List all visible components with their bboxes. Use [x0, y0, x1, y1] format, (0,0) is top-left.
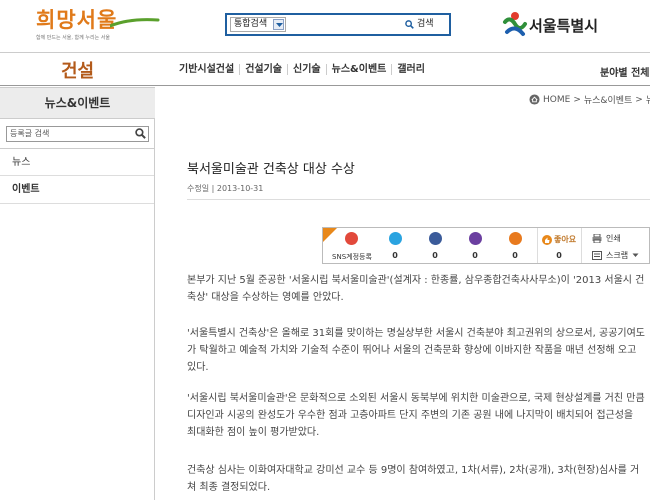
search-button-label: 검색	[417, 19, 434, 29]
seoul-emblem-icon	[503, 12, 527, 36]
all-categories-link[interactable]: 분야별 전체	[600, 64, 649, 79]
printer-icon	[592, 234, 602, 243]
nav-item-construction-tech[interactable]: 건설기술	[239, 64, 287, 75]
chevron-down-icon	[632, 253, 639, 257]
scrap-icon	[592, 251, 602, 260]
facebook-icon	[429, 232, 442, 245]
sns-register-label: SNS계정등록	[332, 253, 372, 261]
home-icon	[529, 94, 540, 105]
facebook-count: 0	[432, 251, 438, 260]
sidebar: 뉴스&이벤트 등록글 검색 뉴스 이벤트	[0, 87, 155, 500]
nav-item-new-tech[interactable]: 신기술	[287, 64, 326, 75]
sidebar-item-events[interactable]: 이벤트	[0, 176, 154, 204]
breadcrumb: HOME > 뉴스&이벤트 > 뉴	[529, 93, 650, 106]
nav-item-news-events[interactable]: 뉴스&이벤트	[325, 64, 392, 75]
search-scope-value: 통합검색	[234, 19, 268, 29]
me2day-count: 0	[512, 251, 518, 260]
yozm-icon	[469, 232, 482, 245]
share-twitter[interactable]: 0	[375, 228, 415, 263]
like-count: 0	[556, 251, 562, 260]
logo-text: 희망서울	[36, 7, 118, 32]
main-nav: 건설 기반시설건설 건설기술 신기술 뉴스&이벤트 갤러리 분야별 전체	[0, 52, 650, 86]
breadcrumb-home[interactable]: HOME	[543, 95, 570, 105]
breadcrumb-current[interactable]: 뉴	[646, 93, 650, 106]
print-button[interactable]: 인쇄	[592, 233, 621, 244]
article-title: 북서울미술관 건축상 대상 수상	[187, 162, 355, 177]
article-paragraph: 건축상 심사는 이화여자대학교 강미선 교수 등 9명이 참여하였고, 1차(서…	[187, 465, 640, 493]
nav-item-infrastructure[interactable]: 기반시설건설	[179, 64, 239, 75]
share-yozm[interactable]: 0	[455, 228, 495, 263]
article-paragraph: '서울시립 북서울미술관'은 문화적으로 소외된 서울시 동북부에 위치한 미술…	[187, 393, 645, 438]
sns-register[interactable]: SNS계정등록	[329, 228, 375, 263]
breadcrumb-news-events[interactable]: 뉴스&이벤트	[584, 93, 632, 106]
sidebar-title: 뉴스&이벤트	[0, 87, 155, 119]
article-date: 수정일 | 2013-10-31	[187, 184, 264, 193]
search-box: 통합검색 검색	[225, 13, 451, 36]
like-header: 좋아요	[542, 234, 576, 245]
breadcrumb-separator: >	[635, 94, 643, 105]
seoul-city-name: 서울특별시	[529, 17, 599, 35]
scrap-button[interactable]: 스크랩	[592, 250, 639, 261]
like-label: 좋아요	[554, 235, 577, 244]
article-divider	[187, 199, 650, 200]
search-icon[interactable]	[135, 128, 146, 139]
logo-tagline: 함께 만드는 서울, 함께 누리는 서울	[36, 35, 110, 41]
sidebar-item-news[interactable]: 뉴스	[0, 148, 154, 176]
sidebar-search-input[interactable]: 등록글 검색	[6, 126, 149, 142]
search-input[interactable]	[291, 17, 403, 32]
chevron-down-icon	[273, 19, 284, 30]
logo-swoosh-icon	[110, 18, 160, 28]
article-paragraph: '서울특별시 건축상'은 올해로 31회를 맞이하는 명실상부한 서울시 건축분…	[187, 328, 645, 373]
top-header: 희망서울 함께 만드는 서울, 함께 누리는 서울 통합검색 검색 서울특별시	[0, 0, 650, 52]
print-label: 인쇄	[606, 234, 621, 243]
like-button[interactable]: 좋아요 0	[537, 228, 579, 263]
yozm-count: 0	[472, 251, 478, 260]
sns-share-bar: SNS계정등록 0 0 0 0 좋아요 0 인쇄 스크랩	[322, 227, 650, 264]
search-icon	[405, 20, 414, 29]
scrap-label: 스크랩	[606, 251, 629, 260]
article-tools: 인쇄 스크랩	[581, 228, 649, 263]
seoul-city-logo[interactable]: 서울특별시	[502, 10, 622, 40]
nav-menu: 기반시설건설 건설기술 신기술 뉴스&이벤트 갤러리	[179, 64, 430, 75]
user-add-icon	[345, 232, 358, 245]
breadcrumb-separator: >	[573, 94, 581, 105]
article-paragraph: 본부가 지난 5월 준공한 '서울시립 북서울미술관'(설계자 : 한종률, 삼…	[187, 275, 645, 303]
sidebar-search-placeholder: 등록글 검색	[10, 129, 50, 138]
section-title[interactable]: 건설	[61, 57, 94, 83]
hope-seoul-logo[interactable]: 희망서울 함께 만드는 서울, 함께 누리는 서울	[32, 4, 162, 48]
twitter-icon	[389, 232, 402, 245]
twitter-count: 0	[392, 251, 398, 260]
nav-item-gallery[interactable]: 갤러리	[391, 64, 430, 75]
search-button[interactable]: 검색	[405, 17, 447, 32]
search-scope-select[interactable]: 통합검색	[230, 17, 286, 32]
me2day-icon	[509, 232, 522, 245]
share-me2day[interactable]: 0	[495, 228, 535, 263]
thumbs-up-icon	[542, 234, 552, 245]
share-facebook[interactable]: 0	[415, 228, 455, 263]
